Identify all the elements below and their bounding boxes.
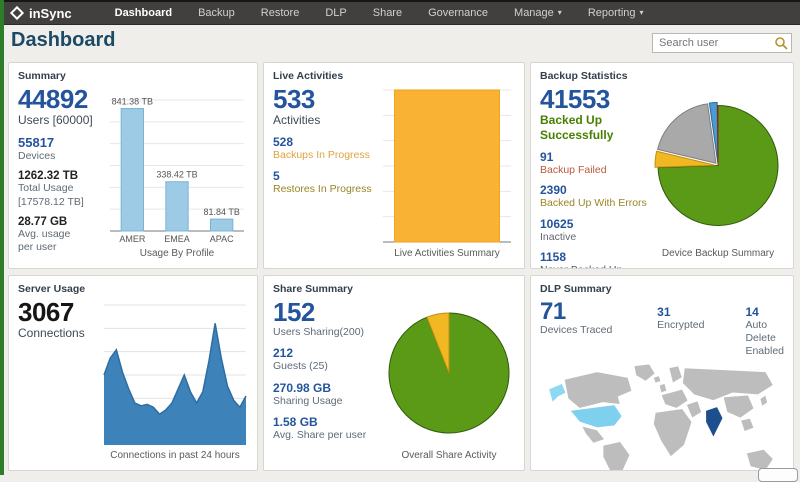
total-usage-stat: 1262.32 TB Total Usage [17578.12 TB]	[18, 170, 106, 208]
live-activities-card: Live Activities 533 Activities 528 Backu…	[263, 62, 525, 269]
country-usa-highlighted	[570, 405, 622, 428]
chart-caption: Usage By Profile	[106, 248, 248, 259]
device-backup-pie-chart	[652, 86, 784, 245]
country-uk	[659, 384, 667, 394]
restores-in-progress-stat: 5 Restores In Progress	[273, 169, 379, 196]
nav-item-restore[interactable]: Restore	[248, 2, 313, 24]
avg-usage-stat: 28.77 GB Avg. usage per user	[18, 216, 106, 254]
users-stat: 44892 Users [60000]	[18, 86, 106, 128]
chart-caption: Connections in past 24 hours	[102, 450, 248, 461]
sharing-usage-stat: 270.98 GB Sharing Usage	[273, 381, 383, 408]
country-india-highlighted	[706, 407, 723, 438]
logo-text: inSync	[29, 6, 72, 21]
backed-up-with-errors-stat: 2390 Backed Up With Errors	[540, 183, 652, 210]
svg-text:338.42 TB: 338.42 TB	[156, 170, 197, 180]
devices-stat: 55817 Devices	[18, 135, 106, 163]
region-middle-east	[686, 401, 702, 418]
nav-item-manage[interactable]: Manage▾	[501, 2, 575, 25]
country-iceland	[653, 376, 661, 384]
chart-caption: Overall Share Activity	[383, 450, 515, 461]
region-se-asia	[741, 419, 755, 433]
top-navbar: inSync Dashboard Backup Restore DLP Shar…	[0, 0, 800, 25]
devices-traced-stat: 71 Devices Traced	[540, 299, 657, 337]
dashboard-grid: Summary 44892 Users [60000] 55817 Device…	[8, 62, 794, 471]
chart-caption: Device Backup Summary	[652, 248, 784, 259]
chart-caption: Live Activities Summary	[379, 248, 515, 259]
svg-text:EMEA: EMEA	[164, 234, 190, 244]
country-mexico	[582, 426, 605, 443]
country-canada	[564, 372, 632, 409]
nav-item-share[interactable]: Share	[360, 2, 415, 24]
nav-item-backup[interactable]: Backup	[185, 2, 248, 24]
never-backed-up-stat: 1158 Never Backed Up	[540, 250, 652, 269]
continent-south-america	[603, 442, 630, 471]
backup-statistics-card: Backup Statistics 41553 Backed Up Succes…	[530, 62, 794, 269]
connections-stat: 3067 Connections	[18, 299, 102, 341]
card-title: DLP Summary	[540, 283, 784, 295]
backed-up-successfully-stat: 41553 Backed Up Successfully	[540, 86, 652, 143]
server-usage-card: Server Usage 3067 Connections Connection…	[8, 275, 258, 471]
svg-text:81.84 TB: 81.84 TB	[203, 207, 239, 217]
search-input[interactable]	[652, 33, 792, 53]
backup-failed-stat: 91 Backup Failed	[540, 150, 652, 177]
country-china	[723, 395, 754, 418]
window-left-edge	[0, 0, 4, 475]
card-title: Backup Statistics	[540, 70, 784, 82]
continent-africa	[653, 409, 692, 457]
avg-share-stat: 1.58 GB Avg. Share per user	[273, 415, 383, 442]
search-icon[interactable]	[774, 36, 788, 50]
users-sharing-stat: 152 Users Sharing(200)	[273, 299, 383, 339]
svg-text:841.38 TB: 841.38 TB	[112, 97, 153, 107]
country-russia	[682, 368, 773, 401]
svg-text:APAC: APAC	[210, 234, 234, 244]
activities-stat: 533 Activities	[273, 86, 379, 128]
chevron-down-icon: ▾	[558, 8, 562, 17]
inactive-stat: 10625 Inactive	[540, 217, 652, 244]
country-alaska-highlighted	[549, 384, 566, 403]
live-activities-bar-chart	[379, 86, 515, 245]
nav-item-dashboard[interactable]: Dashboard	[102, 2, 185, 24]
card-title: Share Summary	[273, 283, 515, 295]
chevron-down-icon: ▾	[640, 8, 644, 17]
usage-by-profile-bar-chart: 841.38 TB AMER 338.42 TB EMEA 81.84 TB APAC	[106, 86, 248, 245]
dlp-summary-card: DLP Summary 71 Devices Traced 31 Encrypt…	[530, 275, 794, 471]
summary-card: Summary 44892 Users [60000] 55817 Device…	[8, 62, 258, 269]
world-map	[540, 360, 784, 471]
page-title: Dashboard	[11, 29, 115, 52]
share-activity-pie-chart	[383, 299, 515, 447]
search-box	[652, 33, 792, 53]
region-scandinavia	[669, 366, 683, 383]
country-japan	[760, 395, 768, 407]
partial-widget-button[interactable]	[758, 468, 798, 482]
card-title: Server Usage	[18, 283, 248, 295]
svg-text:AMER: AMER	[119, 234, 146, 244]
page-header: Dashboard	[0, 25, 800, 61]
nav-item-governance[interactable]: Governance	[415, 2, 501, 24]
country-greenland	[634, 364, 655, 381]
insync-logo[interactable]: inSync	[12, 6, 72, 21]
card-title: Live Activities	[273, 70, 515, 82]
connections-area-chart	[102, 299, 248, 447]
auto-delete-stat: 14 Auto Delete Enabled	[745, 299, 784, 358]
backups-in-progress-stat: 528 Backups In Progress	[273, 135, 379, 162]
diamond-logo-icon	[10, 6, 24, 20]
nav-item-dlp[interactable]: DLP	[312, 2, 359, 24]
card-title: Summary	[18, 70, 248, 82]
nav-item-reporting[interactable]: Reporting▾	[575, 2, 657, 25]
guests-stat: 212 Guests (25)	[273, 346, 383, 373]
encrypted-stat: 31 Encrypted	[657, 299, 745, 332]
share-summary-card: Share Summary 152 Users Sharing(200) 212…	[263, 275, 525, 471]
